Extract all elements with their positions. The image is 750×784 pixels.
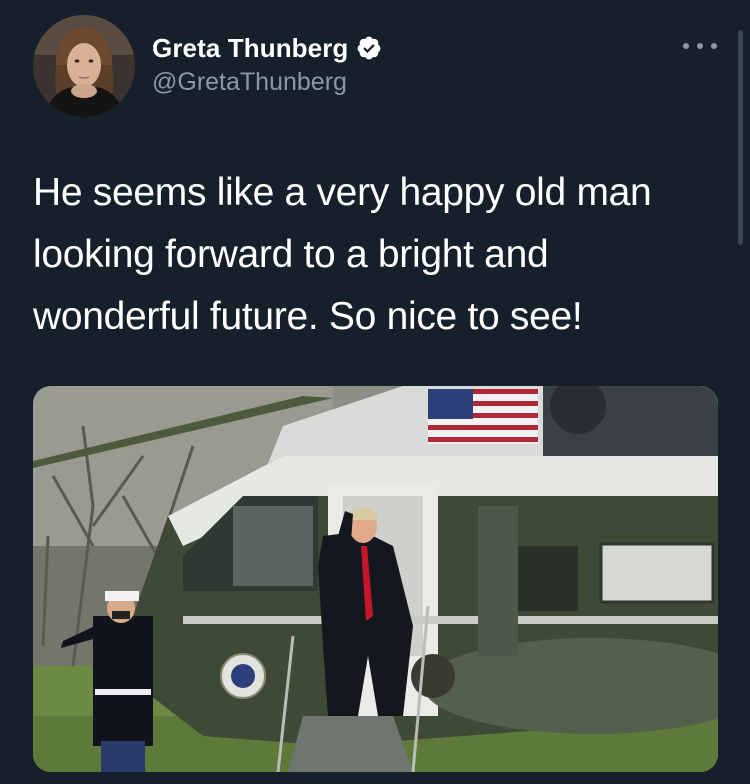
more-options-icon[interactable] <box>683 36 717 56</box>
tweet-card: Greta Thunberg @GretaThunberg He seems l… <box>0 0 750 784</box>
scrollbar[interactable] <box>738 30 743 245</box>
more-dot <box>711 43 717 49</box>
tweet-photo[interactable] <box>33 386 718 772</box>
author-info: Greta Thunberg @GretaThunberg <box>152 28 382 97</box>
author-name-row: Greta Thunberg <box>152 28 382 68</box>
more-dot <box>683 43 689 49</box>
tweet-text: He seems like a very happy old man looki… <box>33 171 652 338</box>
author-display-name[interactable]: Greta Thunberg <box>152 33 348 64</box>
author-avatar[interactable] <box>33 15 135 117</box>
author-handle[interactable]: @GretaThunberg <box>152 68 382 97</box>
more-dot <box>697 43 703 49</box>
verified-badge-icon <box>356 35 382 61</box>
